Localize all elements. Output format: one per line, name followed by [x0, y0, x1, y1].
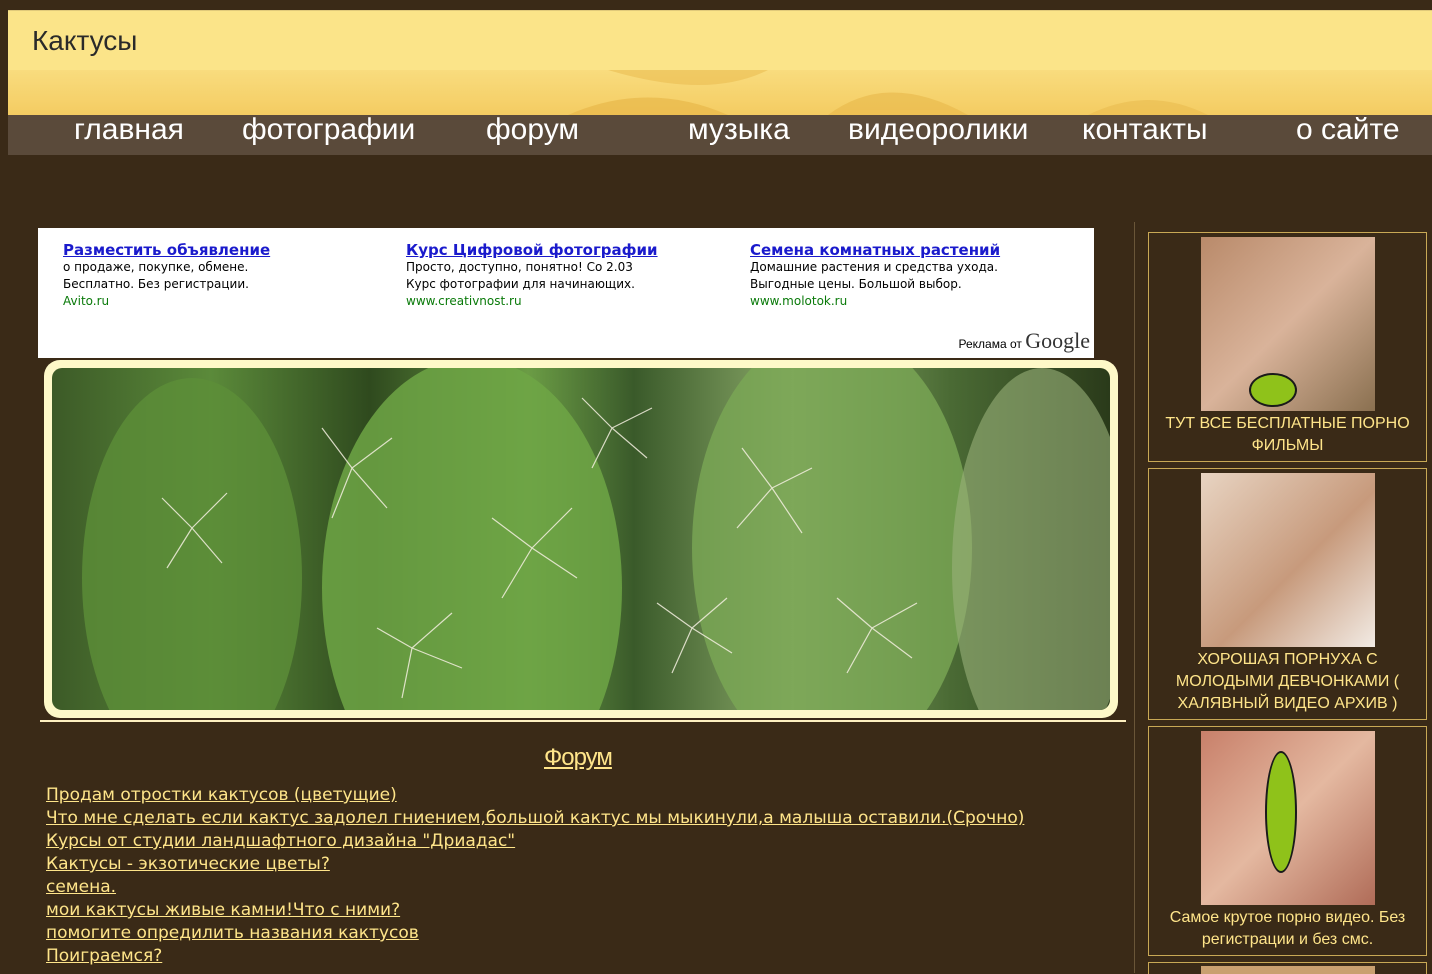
- forum-topic-link[interactable]: Что мне сделать если кактус задолел гние…: [46, 807, 1024, 830]
- cactus-hero-image: [52, 368, 1110, 710]
- forum-topic-link[interactable]: помогите опредилить названия кактусов: [46, 922, 1024, 945]
- ads-label-prefix: Реклама от: [958, 337, 1022, 351]
- forum-topic-link[interactable]: семена.: [46, 876, 1024, 899]
- forum-topic-link[interactable]: мои кактусы живые камни!Что с ними?: [46, 899, 1024, 922]
- ad-item: Разместить объявление о продаже, покупке…: [63, 242, 383, 310]
- ad-text: о продаже, покупке, обмене.: [63, 260, 249, 274]
- forum-topic-link[interactable]: Курсы от студии ландшафтного дизайна "Др…: [46, 830, 1024, 853]
- ad-text: Просто, доступно, понятно! Со 2.03: [406, 260, 633, 274]
- ad-text: Бесплатно. Без регистрации.: [63, 277, 249, 291]
- forum-topic-link[interactable]: Поиграемся?: [46, 945, 1024, 968]
- nav-item-music[interactable]: музыка: [688, 113, 790, 147]
- ad-item: Семена комнатных растений Домашние расте…: [750, 242, 1070, 310]
- forum-topic-link[interactable]: Кактусы - экзотические цветы?: [46, 853, 1024, 876]
- nav-item-home[interactable]: главная: [74, 113, 184, 147]
- ad-title-link[interactable]: Разместить объявление: [63, 242, 383, 259]
- censor-blob: [1248, 373, 1297, 407]
- nav-item-about[interactable]: о сайте: [1296, 113, 1400, 147]
- nav-item-contacts[interactable]: контакты: [1082, 113, 1208, 147]
- ad-item: Курс Цифровой фотографии Просто, доступн…: [406, 242, 726, 310]
- forum-heading-link[interactable]: Форум: [544, 744, 613, 772]
- sidebar-ad-card[interactable]: Самое крутое порно видео. Без регистраци…: [1148, 726, 1427, 956]
- ad-title-link[interactable]: Семена комнатных растений: [750, 242, 1070, 259]
- sidebar-ad-caption: Самое крутое порно видео. Без регистраци…: [1169, 909, 1406, 948]
- nav-item-photos[interactable]: фотографии: [242, 113, 415, 147]
- main-nav: главная фотографии форум музыка видеорол…: [8, 113, 1432, 155]
- sidebar-ad-card[interactable]: [1148, 962, 1427, 974]
- ads-by-google-label[interactable]: Реклама от Google: [959, 328, 1090, 354]
- decorative-band: [8, 70, 1432, 115]
- site-title: Кактусы: [32, 25, 138, 56]
- sidebar-ad-thumbnail[interactable]: [1200, 731, 1375, 905]
- ad-url-link[interactable]: www.molotok.ru: [750, 293, 1070, 310]
- nav-item-forum[interactable]: форум: [486, 113, 579, 147]
- forum-topic-link[interactable]: Продам отростки кактусов (цветущие): [46, 784, 1024, 807]
- forum-topic-list: Продам отростки кактусов (цветущие) Что …: [46, 784, 1024, 968]
- sidebar-ad-thumbnail[interactable]: [1200, 473, 1375, 647]
- sidebar-ad-card[interactable]: ХОРОШАЯ ПОРНУХА С МОЛОДЫМИ ДЕВЧОНКАМИ ( …: [1148, 468, 1427, 720]
- sidebar-ad-thumbnail[interactable]: [1200, 237, 1375, 411]
- ad-url-link[interactable]: www.creativnost.ru: [406, 293, 726, 310]
- google-ads-block: Разместить объявление о продаже, покупке…: [38, 228, 1094, 358]
- nav-item-videos[interactable]: видеоролики: [848, 113, 1028, 147]
- google-logo: Google: [1025, 328, 1090, 353]
- ad-text: Курс фотографии для начинающих.: [406, 277, 635, 291]
- ad-text: Выгодные цены. Большой выбор.: [750, 277, 962, 291]
- sidebar-ad-caption: ХОРОШАЯ ПОРНУХА С МОЛОДЫМИ ДЕВЧОНКАМИ ( …: [1175, 651, 1400, 712]
- hero-image-frame: [44, 360, 1118, 718]
- ad-text: Домашние растения и средства ухода.: [750, 260, 998, 274]
- sidebar-ad-card[interactable]: ТУТ ВСЕ БЕСПЛАТНЫЕ ПОРНО ФИЛЬМЫ: [1148, 232, 1427, 462]
- censor-blob: [1264, 751, 1297, 873]
- hero-divider: [40, 720, 1126, 722]
- site-header: Кактусы: [8, 10, 1432, 71]
- ad-title-link[interactable]: Курс Цифровой фотографии: [406, 242, 726, 259]
- sidebar-ad-caption: ТУТ ВСЕ БЕСПЛАТНЫЕ ПОРНО ФИЛЬМЫ: [1165, 415, 1410, 454]
- ad-url-link[interactable]: Avito.ru: [63, 293, 383, 310]
- sidebar-divider: [1134, 222, 1135, 973]
